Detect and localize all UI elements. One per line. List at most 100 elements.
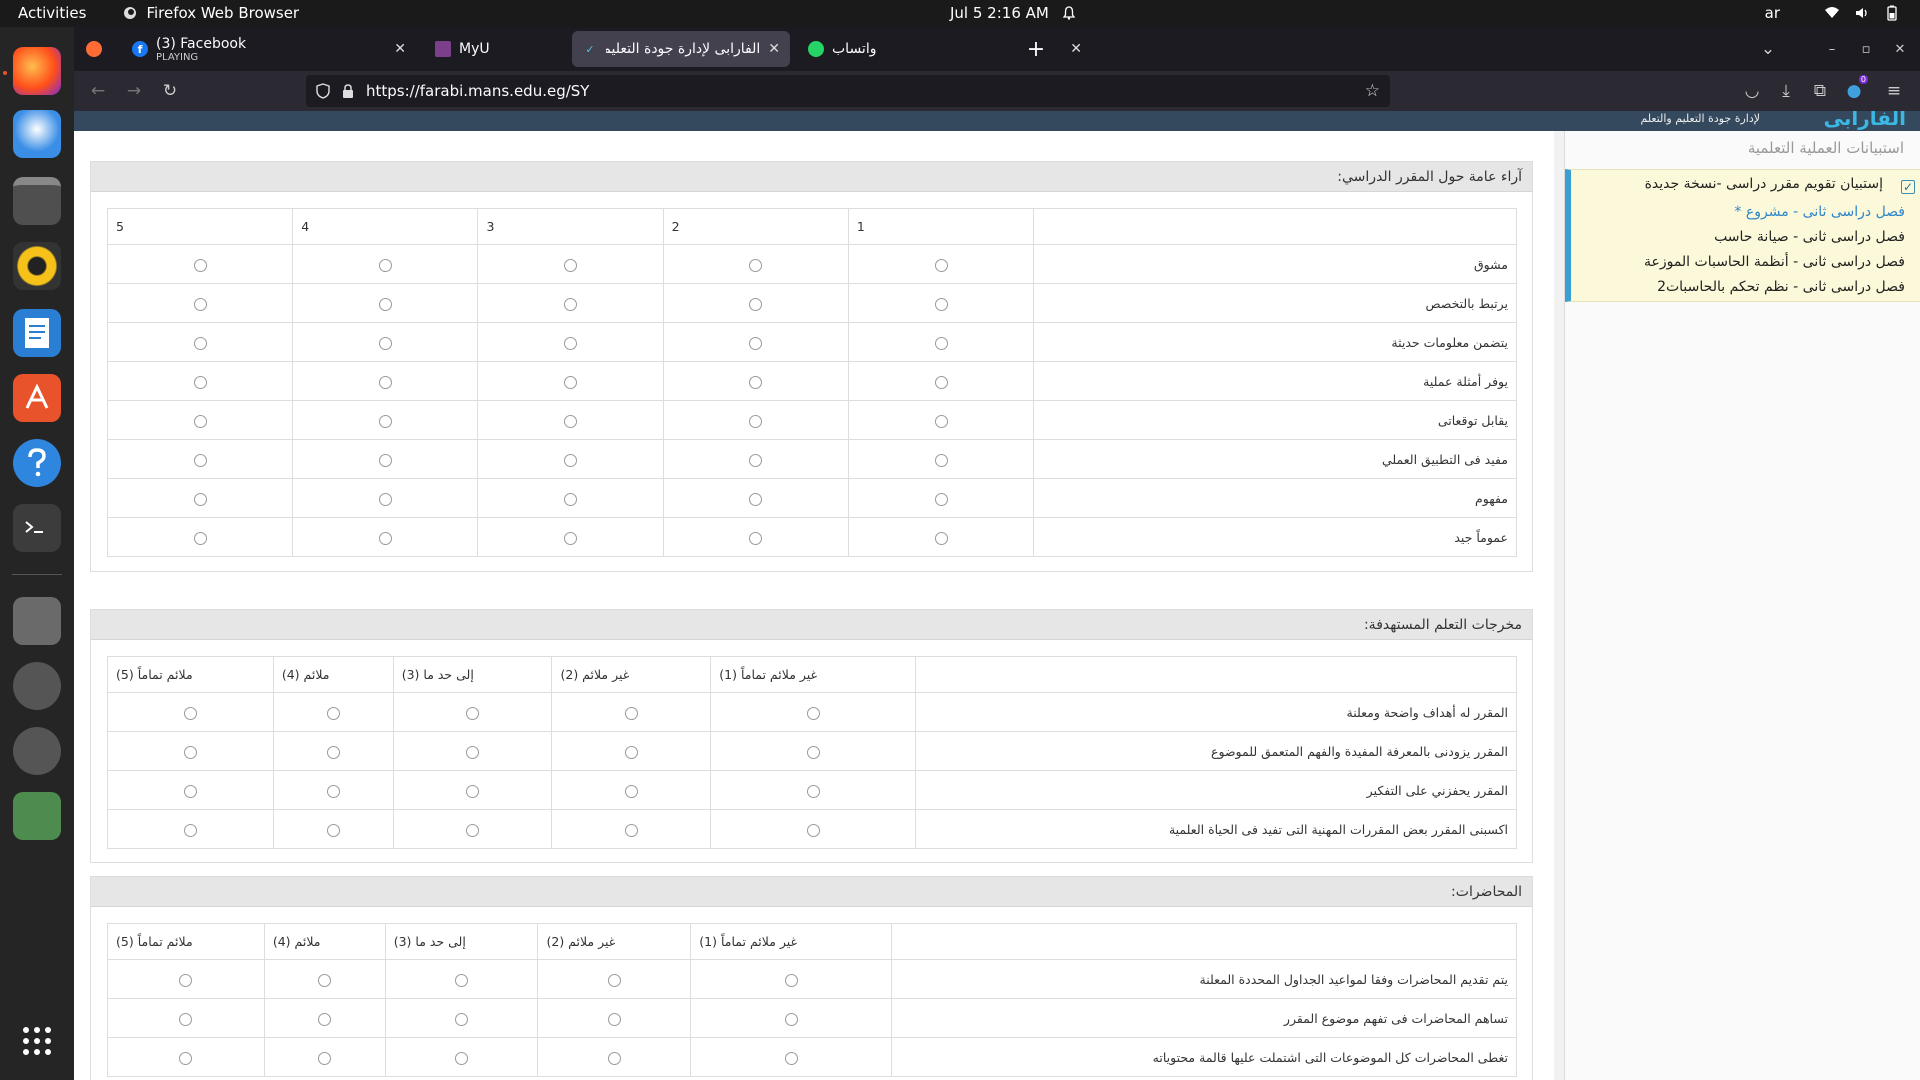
rating-radio[interactable] — [749, 492, 763, 506]
rating-radio[interactable] — [378, 414, 392, 428]
rating-radio[interactable] — [784, 1012, 798, 1026]
rating-radio[interactable] — [193, 414, 207, 428]
firefox-view-icon[interactable] — [86, 41, 102, 57]
rating-radio[interactable] — [179, 1012, 193, 1026]
rating-radio[interactable] — [934, 258, 948, 272]
minimize-button[interactable]: – — [1820, 37, 1844, 61]
rating-radio[interactable] — [564, 297, 578, 311]
rating-radio[interactable] — [784, 973, 798, 987]
rating-radio[interactable] — [934, 414, 948, 428]
rating-radio[interactable] — [378, 258, 392, 272]
bookmark-star-icon[interactable]: ☆ — [1365, 81, 1380, 101]
extensions-icon[interactable]: ⧉ — [1808, 79, 1832, 103]
app-menu[interactable]: Firefox Web Browser — [122, 4, 299, 22]
rating-radio[interactable] — [466, 823, 480, 837]
terminal-icon[interactable] — [13, 504, 61, 552]
rating-radio[interactable] — [183, 823, 197, 837]
rating-radio[interactable] — [564, 258, 578, 272]
new-tab-button[interactable]: + — [1024, 37, 1048, 62]
tab-farabi[interactable]: ✓ الفارابى لإدارة جودة التعليم ✕ — [572, 31, 790, 67]
rating-radio[interactable] — [183, 706, 197, 720]
volume-icon[interactable] — [1854, 5, 1870, 21]
sidebar-item-computer-maintenance[interactable]: فصل دراسى ثانى - صيانة حاسب — [1714, 229, 1905, 245]
rating-radio[interactable] — [806, 823, 820, 837]
rating-radio[interactable] — [466, 706, 480, 720]
rating-radio[interactable] — [318, 1012, 332, 1026]
rhythmbox-icon[interactable] — [13, 242, 61, 290]
reload-button[interactable]: ↻ — [158, 79, 182, 103]
activities-button[interactable]: Activities — [18, 4, 86, 22]
tab-facebook[interactable]: f (3) Facebook PLAYING ✕ — [122, 31, 416, 67]
forward-button[interactable]: → — [122, 79, 146, 103]
rating-radio[interactable] — [378, 531, 392, 545]
rating-radio[interactable] — [193, 336, 207, 350]
rating-radio[interactable] — [318, 1051, 332, 1065]
rating-radio[interactable] — [318, 973, 332, 987]
firefox-icon[interactable] — [13, 47, 61, 95]
help-icon[interactable] — [13, 439, 61, 487]
rating-radio[interactable] — [806, 706, 820, 720]
files-icon[interactable] — [13, 177, 61, 225]
rating-radio[interactable] — [193, 375, 207, 389]
rating-radio[interactable] — [934, 336, 948, 350]
rating-radio[interactable] — [806, 745, 820, 759]
rating-radio[interactable] — [607, 1012, 621, 1026]
rating-radio[interactable] — [607, 1051, 621, 1065]
rating-radio[interactable] — [326, 706, 340, 720]
rating-radio[interactable] — [179, 1051, 193, 1065]
battery-icon[interactable] — [1884, 5, 1900, 21]
rating-radio[interactable] — [378, 297, 392, 311]
rating-radio[interactable] — [455, 1051, 469, 1065]
rating-radio[interactable] — [749, 531, 763, 545]
rating-radio[interactable] — [564, 531, 578, 545]
sidebar-item-distributed-systems[interactable]: فصل دراسى ثانى - أنظمة الحاسبات الموزعة — [1644, 254, 1905, 270]
sidebar-item-project[interactable]: فصل دراسى ثانى - مشروع * — [1734, 204, 1905, 220]
rating-radio[interactable] — [326, 823, 340, 837]
url-bar[interactable]: https://farabi.mans.edu.eg/SY ☆ — [306, 75, 1390, 107]
rating-radio[interactable] — [934, 375, 948, 389]
rating-radio[interactable] — [564, 414, 578, 428]
rating-radio[interactable] — [378, 453, 392, 467]
lock-icon[interactable] — [342, 83, 354, 99]
close-tab-icon[interactable]: ✕ — [1070, 41, 1082, 57]
menu-icon[interactable]: ≡ — [1882, 79, 1906, 103]
wifi-icon[interactable] — [1824, 5, 1840, 21]
clock[interactable]: Jul 5 2:16 AM — [950, 4, 1077, 22]
rating-radio[interactable] — [624, 706, 638, 720]
disc-icon-2[interactable] — [13, 727, 61, 775]
tab-list-button[interactable]: ⌄ — [1756, 37, 1780, 61]
rating-radio[interactable] — [934, 297, 948, 311]
rating-radio[interactable] — [378, 492, 392, 506]
rating-radio[interactable] — [455, 973, 469, 987]
rating-radio[interactable] — [749, 453, 763, 467]
rating-radio[interactable] — [749, 414, 763, 428]
rating-radio[interactable] — [193, 297, 207, 311]
rating-radio[interactable] — [749, 258, 763, 272]
rating-radio[interactable] — [183, 745, 197, 759]
rating-radio[interactable] — [624, 823, 638, 837]
close-tab-icon[interactable]: ✕ — [768, 41, 780, 57]
drive-icon[interactable] — [13, 597, 61, 645]
rating-radio[interactable] — [624, 784, 638, 798]
rating-radio[interactable] — [378, 375, 392, 389]
sidebar-item-computer-control[interactable]: فصل دراسى ثانى - نظم تحكم بالحاسبات2 — [1657, 279, 1905, 295]
rating-radio[interactable] — [607, 973, 621, 987]
rating-radio[interactable] — [806, 784, 820, 798]
pocket-icon[interactable]: ◡ — [1740, 79, 1764, 103]
rating-radio[interactable] — [193, 492, 207, 506]
close-window-button[interactable]: ✕ — [1888, 37, 1912, 61]
rating-radio[interactable] — [466, 745, 480, 759]
rating-radio[interactable] — [455, 1012, 469, 1026]
disc-icon[interactable] — [13, 662, 61, 710]
rating-radio[interactable] — [193, 453, 207, 467]
rating-radio[interactable] — [784, 1051, 798, 1065]
checkbox-checked-icon[interactable]: ✓ — [1901, 180, 1915, 194]
rating-radio[interactable] — [564, 492, 578, 506]
rating-radio[interactable] — [624, 745, 638, 759]
rating-radio[interactable] — [934, 492, 948, 506]
writer-icon[interactable] — [13, 309, 61, 357]
rating-radio[interactable] — [326, 784, 340, 798]
back-button[interactable]: ← — [86, 79, 110, 103]
rating-radio[interactable] — [749, 375, 763, 389]
rating-radio[interactable] — [564, 336, 578, 350]
